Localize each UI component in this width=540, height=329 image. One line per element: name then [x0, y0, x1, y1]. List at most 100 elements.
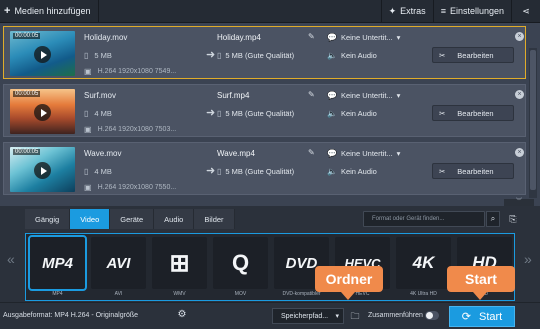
output-format-label: Ausgabeformat: MP4 H.264 - Originalgröße [3, 312, 139, 319]
share-button[interactable]: ⋖ [512, 0, 540, 23]
file-list: 00:00:05 Holiday.mov ▯ 5 MB ▣ H.264 1920x1… [0, 23, 540, 199]
output-file-name: Wave.mp4 [217, 149, 255, 158]
output-file-name: Surf.mp4 [217, 91, 250, 100]
file-row[interactable]: 00:00:05 Wave.mov ▯ 4 MB ▣ H.264 1920x1080… [3, 142, 526, 195]
speech-bubble-icon: 💬 [327, 33, 337, 42]
plus-icon: + [4, 5, 11, 17]
format-wmv[interactable]: ⊞ [152, 237, 207, 289]
format-mov[interactable]: Q [213, 237, 268, 289]
chevron-down-icon: ▾ [396, 149, 401, 158]
video-thumbnail[interactable]: 00:00:05 [10, 31, 75, 76]
chevron-right-icon[interactable]: » [524, 251, 532, 267]
source-codec-info: H.264 1920x1080 7503... [97, 126, 177, 133]
save-path-dropdown[interactable]: Speicherpfad... ▾ [272, 308, 344, 324]
tab-devices[interactable]: Geräte [110, 209, 155, 229]
magic-wand-icon: ✦ [388, 5, 397, 16]
subtitles-dropdown[interactable]: 💬 Keine Untertit... ▾ [327, 149, 400, 158]
file-icon: ▯ [84, 167, 89, 176]
top-toolbar: + Medien hinzufügen ✦ Extras ≡ Einstellu… [0, 0, 540, 23]
bottom-bar: Ausgabeformat: MP4 H.264 - Originalgröße… [0, 302, 540, 329]
subtitles-dropdown[interactable]: 💬 Keine Untertit... ▾ [327, 91, 400, 100]
chevron-left-icon[interactable]: « [7, 251, 15, 267]
file-row[interactable]: 00:00:05 Holiday.mov ▯ 5 MB ▣ H.264 1920x1… [3, 26, 526, 79]
pencil-icon[interactable]: ✎ [308, 90, 315, 99]
format-label: MOV [234, 291, 247, 297]
subtitles-dropdown[interactable]: 💬 Keine Untertit... ▾ [327, 33, 400, 42]
pencil-icon[interactable]: ✎ [308, 32, 315, 41]
speech-bubble-icon: 💬 [327, 91, 337, 100]
audio-dropdown[interactable]: 🔈 Kein Audio [327, 51, 377, 60]
scissors-icon: ✂ [439, 108, 446, 118]
tab-video[interactable]: Video [70, 209, 111, 229]
folder-callout: Ordner [315, 266, 383, 300]
chevron-down-icon: ▾ [335, 313, 339, 320]
remove-file-icon[interactable]: × [515, 90, 524, 99]
audio-dropdown[interactable]: 🔈 Kein Audio [327, 167, 377, 176]
edit-label: Bearbeiten [457, 108, 494, 118]
output-file-size: 5 MB (Gute Qualität) [225, 109, 295, 118]
scissors-icon: ✂ [439, 50, 446, 60]
film-icon: ▣ [84, 67, 92, 76]
scrollbar-thumb[interactable] [530, 50, 536, 190]
arrow-right-icon: ➜ [206, 165, 216, 177]
gear-icon[interactable]: ⚙ [175, 309, 189, 323]
format-label: MP4 [52, 291, 63, 297]
speaker-icon: 🔈 [327, 109, 337, 118]
edit-button[interactable]: ✂ Bearbeiten [432, 47, 514, 63]
speech-bubble-icon: 💬 [327, 149, 337, 158]
subtitles-value: Keine Untertit... [340, 91, 393, 100]
duration-badge: 00:00:05 [13, 33, 41, 39]
collapse-panel-button[interactable]: ︾ [504, 199, 534, 206]
speaker-icon: 🔈 [327, 51, 337, 60]
tab-popular[interactable]: Gängig [25, 209, 71, 229]
folder-icon[interactable]: 🗀 [348, 308, 362, 324]
play-icon[interactable] [34, 104, 51, 121]
video-thumbnail[interactable]: 00:00:05 [10, 89, 75, 134]
edit-label: Bearbeiten [457, 166, 494, 176]
search-icon[interactable]: ⌕ [486, 211, 500, 227]
chevron-down-icon: ▾ [396, 91, 401, 100]
play-icon[interactable] [34, 46, 51, 63]
tab-audio[interactable]: Audio [154, 209, 195, 229]
start-button[interactable]: ⟳ Start [449, 306, 515, 327]
duration-badge: 00:00:05 [13, 149, 41, 155]
remove-file-icon[interactable]: × [515, 32, 524, 41]
start-label: Start [478, 310, 503, 323]
file-row[interactable]: 00:00:05 Surf.mov ▯ 4 MB ▣ H.264 1920x1080… [3, 84, 526, 137]
audio-value: Kein Audio [340, 51, 377, 60]
device-detect-icon[interactable]: ⎘ [506, 211, 520, 227]
source-file-size: 5 MB [94, 51, 112, 60]
merge-toggle[interactable] [425, 311, 439, 320]
format-search-input[interactable]: Format oder Gerät finden... [363, 211, 485, 227]
audio-dropdown[interactable]: 🔈 Kein Audio [327, 109, 377, 118]
format-label: AVI [114, 291, 123, 297]
audio-value: Kein Audio [340, 109, 377, 118]
tab-images[interactable]: Bilder [194, 209, 235, 229]
format-avi[interactable]: AVI [91, 237, 146, 289]
source-file-name: Surf.mov [84, 91, 117, 100]
video-thumbnail[interactable]: 00:00:05 [10, 147, 75, 192]
file-icon: ▯ [84, 109, 89, 118]
scissors-icon: ✂ [439, 166, 446, 176]
settings-button[interactable]: ≡ Einstellungen [434, 0, 511, 23]
4k-logo: 4K [412, 253, 435, 272]
edit-button[interactable]: ✂ Bearbeiten [432, 163, 514, 179]
remove-file-icon[interactable]: × [515, 148, 524, 157]
format-tabs: Gängig Video Geräte Audio Bilder [25, 209, 235, 229]
add-media-label: Medien hinzufügen [14, 6, 91, 16]
settings-label: Einstellungen [449, 6, 504, 16]
arrow-right-icon: ➜ [206, 107, 216, 119]
format-mp4[interactable]: MP4 [28, 235, 87, 291]
duration-badge: 00:00:05 [13, 91, 41, 97]
extras-button[interactable]: ✦ Extras [382, 0, 433, 23]
add-media-button[interactable]: + Medien hinzufügen [0, 0, 98, 23]
quicktime-logo-icon: Q [231, 250, 250, 275]
source-codec-info: H.264 1920x1080 7549... [97, 68, 177, 75]
play-icon[interactable] [34, 162, 51, 179]
file-icon: ▯ [217, 167, 222, 176]
format-4k[interactable]: 4K [396, 237, 451, 289]
pencil-icon[interactable]: ✎ [308, 148, 315, 157]
audio-value: Kein Audio [340, 167, 377, 176]
edit-button[interactable]: ✂ Bearbeiten [432, 105, 514, 121]
film-icon: ▣ [84, 183, 92, 192]
